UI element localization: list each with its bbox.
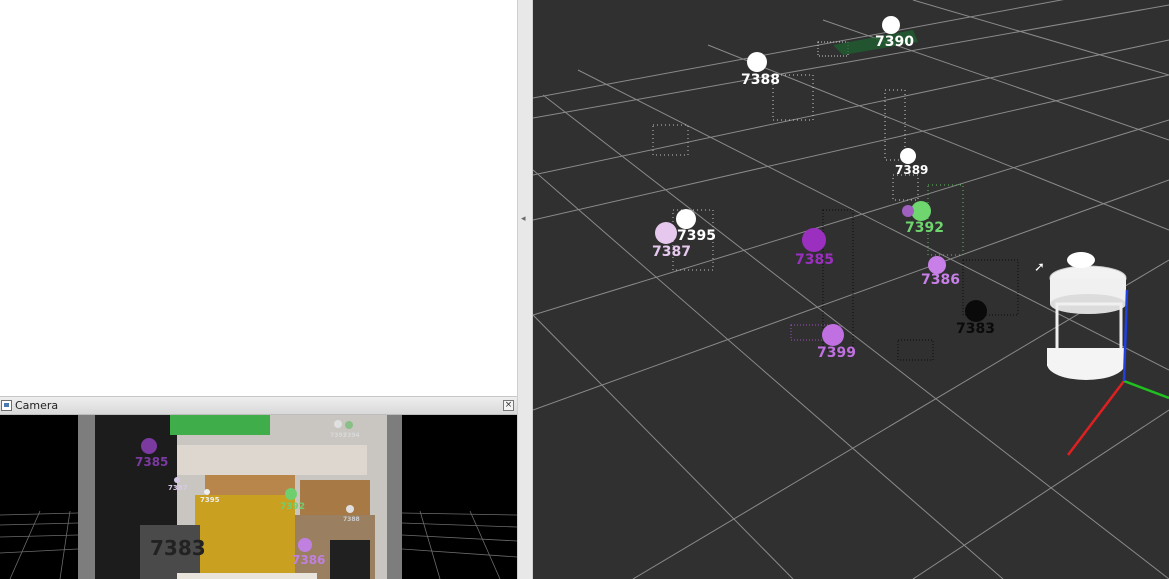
camera-panel: Camera × 7385 7387 7395 7392 7386 7393 7…: [0, 396, 517, 579]
close-icon[interactable]: ×: [503, 400, 514, 411]
marker-label-7390: 7390: [875, 34, 914, 50]
camera-label-7386: 7386: [292, 553, 325, 567]
marker-label-7392: 7392: [905, 220, 944, 236]
3d-viewport[interactable]: 7390 7388 7389 7395 7387 7385 7392 7386 …: [533, 0, 1169, 579]
camera-label-7394: 7394: [343, 432, 360, 439]
camera-label-7385: 7385: [135, 455, 168, 469]
panel-splitter[interactable]: ◂: [517, 0, 533, 579]
camera-photo: [95, 415, 387, 579]
mouse-cursor-icon: ➚: [1034, 260, 1045, 275]
camera-label-7392: 7392: [280, 502, 305, 512]
marker-label-7388: 7388: [741, 72, 780, 88]
marker-label-7395: 7395: [677, 228, 716, 244]
camera-scene: 7385 7387 7395 7392 7386 7393 7394 7383 …: [0, 415, 517, 579]
marker-label-7386: 7386: [921, 272, 960, 288]
camera-image-view: 7385 7387 7395 7392 7386 7393 7394 7383 …: [0, 415, 517, 579]
marker-label-7383: 7383: [956, 321, 995, 337]
marker-label-7399: 7399: [817, 345, 856, 361]
camera-frame-bar-left: [78, 415, 95, 579]
splitter-arrow-icon[interactable]: ◂: [521, 214, 526, 224]
marker-label-7385: 7385: [795, 252, 834, 268]
camera-label-7387: 7387: [168, 484, 188, 492]
camera-titlebar[interactable]: Camera ×: [0, 396, 517, 415]
marker-label-7389: 7389: [895, 163, 928, 177]
3d-scene[interactable]: 7390 7388 7389 7395 7387 7385 7392 7386 …: [533, 0, 1169, 579]
camera-panel-title: Camera: [15, 399, 59, 412]
camera-window-icon: [1, 400, 12, 411]
camera-label-7383: 7383: [150, 536, 206, 560]
camera-frame-bar-right: [387, 415, 402, 579]
empty-display-panel: [0, 0, 517, 396]
marker-label-7387: 7387: [652, 244, 691, 260]
camera-label-7395: 7395: [200, 496, 220, 504]
camera-label-7388: 7388: [343, 516, 360, 523]
